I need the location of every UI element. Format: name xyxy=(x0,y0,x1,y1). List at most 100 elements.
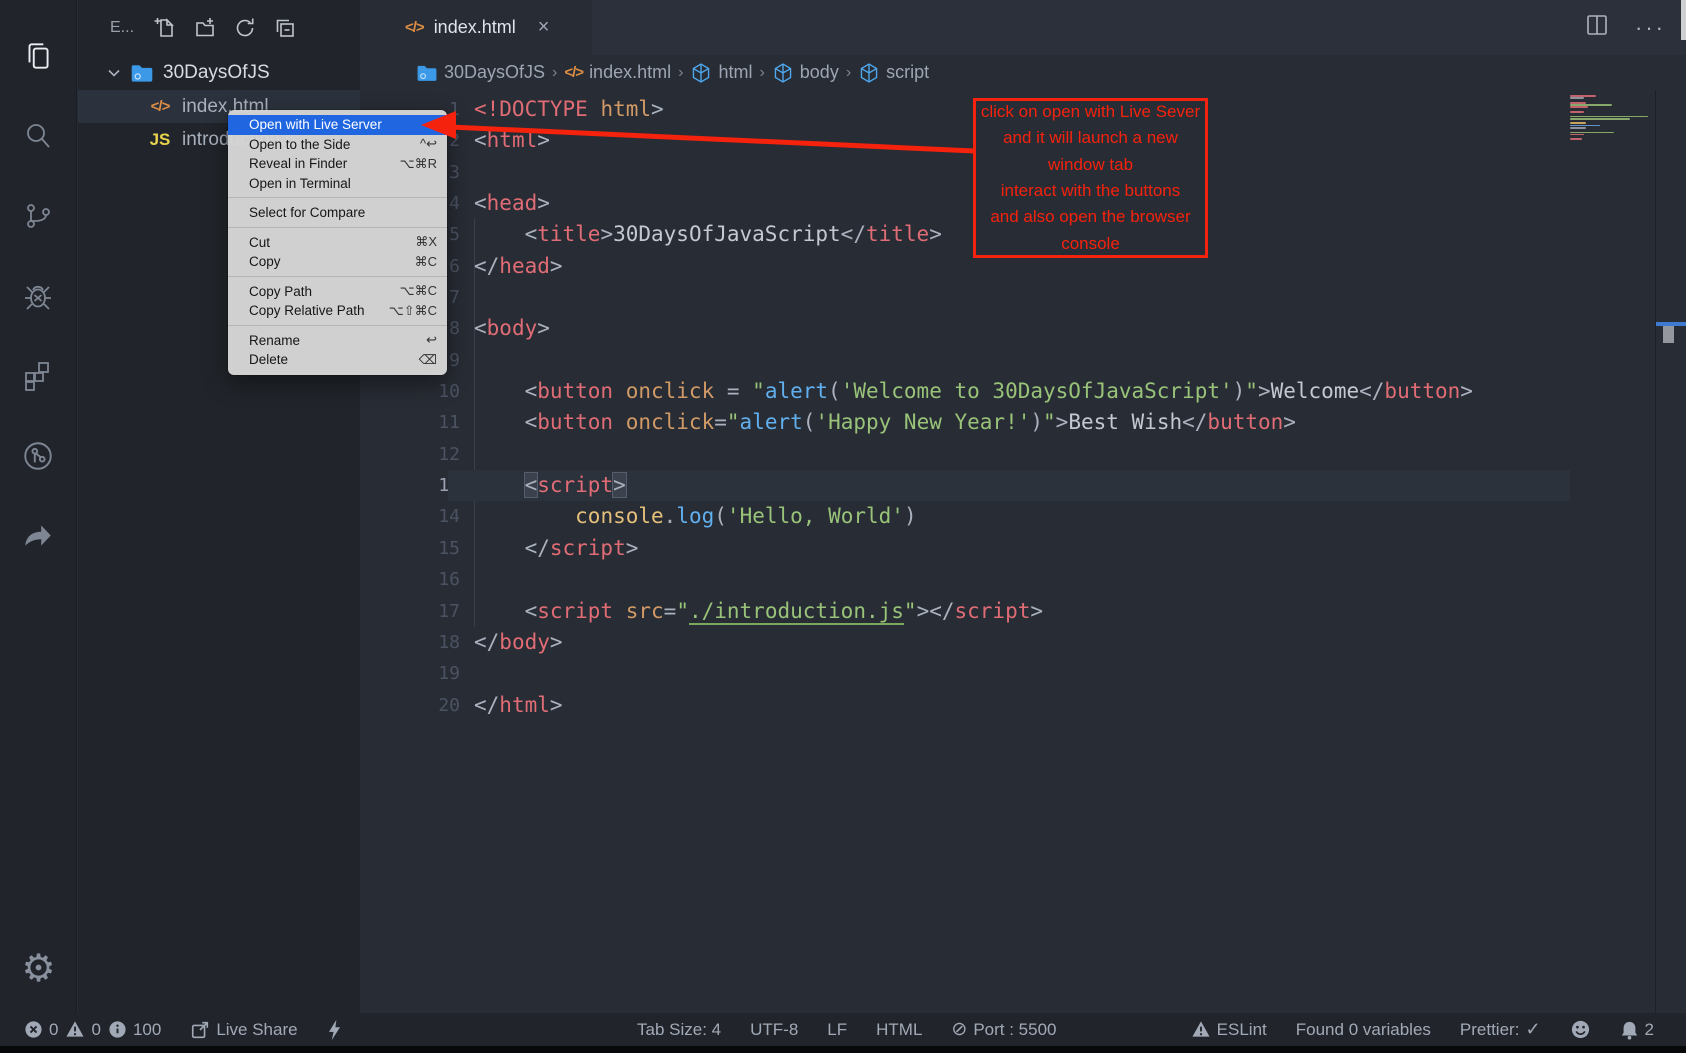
context-menu: Open with Live ServerOpen to the Side^↩R… xyxy=(228,110,447,375)
eol-indicator[interactable]: LF xyxy=(827,1020,847,1040)
code-text: <!DOCTYPE html> xyxy=(460,94,664,125)
code-line[interactable]: 12 xyxy=(360,439,1686,470)
code-line[interactable]: 20</html> xyxy=(360,690,1686,721)
port-label: Port : 5500 xyxy=(973,1020,1056,1040)
annotation-text-line: and also open the browser xyxy=(990,204,1190,230)
cube-icon xyxy=(858,62,880,84)
menu-item-label: Cut xyxy=(249,235,270,250)
breadcrumb-item-body[interactable]: body xyxy=(772,62,839,84)
split-editor-icon[interactable] xyxy=(1585,13,1609,42)
breadcrumb-item-script[interactable]: script xyxy=(858,62,929,84)
breadcrumb-item-index.html[interactable]: </>index.html xyxy=(564,62,671,83)
refresh-icon[interactable] xyxy=(232,15,258,41)
tab-close-icon[interactable]: × xyxy=(538,16,550,39)
tab-index-html[interactable]: </> index.html × xyxy=(360,0,592,55)
breadcrumb-item-html[interactable]: html xyxy=(690,62,752,84)
code-line[interactable]: 16 xyxy=(360,564,1686,595)
encoding-indicator[interactable]: UTF-8 xyxy=(750,1020,798,1040)
menu-separator xyxy=(228,197,447,198)
code-text xyxy=(460,439,474,470)
search-icon[interactable] xyxy=(14,96,62,176)
live-share-icon[interactable] xyxy=(14,416,62,496)
code-text: <script src="./introduction.js"></script… xyxy=(460,596,1043,627)
code-line[interactable]: 14 console.log('Hello, World') xyxy=(360,501,1686,532)
menu-item-reveal-in-finder[interactable]: Reveal in Finder⌥⌘R xyxy=(228,154,447,174)
more-actions-icon[interactable]: ··· xyxy=(1635,15,1666,41)
menu-item-copy-relative-path[interactable]: Copy Relative Path⌥⇧⌘C xyxy=(228,301,447,321)
lightning-icon[interactable] xyxy=(327,1019,342,1041)
code-line[interactable]: 8<body> xyxy=(360,313,1686,344)
scrollbar-handle[interactable] xyxy=(1663,326,1674,343)
code-text: <button onclick="alert('Happy New Year!'… xyxy=(460,407,1296,438)
menu-item-copy-path[interactable]: Copy Path⌥⌘C xyxy=(228,282,447,302)
share-icon[interactable] xyxy=(14,496,62,576)
menu-item-open-in-terminal[interactable]: Open in Terminal xyxy=(228,174,447,194)
code-text: </script> xyxy=(460,533,638,564)
tree-root-folder[interactable]: 30DaysOfJS xyxy=(78,55,360,90)
line-number: 11 xyxy=(360,407,460,438)
window-bottom-strip xyxy=(0,1046,1686,1053)
menu-item-shortcut: ^↩ xyxy=(420,136,437,152)
collapse-all-icon[interactable] xyxy=(272,15,298,41)
breadcrumb-item-30DaysOfJS[interactable]: 30DaysOfJS xyxy=(416,62,545,83)
menu-item-open-with-live-server[interactable]: Open with Live Server xyxy=(228,115,447,135)
menu-item-select-for-compare[interactable]: Select for Compare xyxy=(228,203,447,223)
info-count: 100 xyxy=(133,1020,161,1040)
prettier-indicator[interactable]: Prettier: ✓ xyxy=(1460,1019,1541,1040)
eslint-indicator[interactable]: ESLint xyxy=(1191,1020,1267,1040)
code-line[interactable]: 17 <script src="./introduction.js"></scr… xyxy=(360,596,1686,627)
live-share-label: Live Share xyxy=(216,1020,297,1040)
code-line[interactable]: 9 xyxy=(360,345,1686,376)
new-folder-icon[interactable] xyxy=(192,15,218,41)
run-debug-icon[interactable] xyxy=(14,256,62,336)
folder-icon xyxy=(416,63,438,83)
extensions-icon[interactable] xyxy=(14,336,62,416)
code-text: </body> xyxy=(460,627,563,658)
root-folder-label: 30DaysOfJS xyxy=(163,62,270,84)
code-line[interactable]: 13 <script> xyxy=(360,470,1686,501)
code-text: <button onclick = "alert('Welcome to 30D… xyxy=(460,376,1473,407)
warning-indicator[interactable]: 0 xyxy=(65,1020,100,1040)
info-indicator[interactable]: 100 xyxy=(108,1020,161,1040)
language-indicator[interactable]: HTML xyxy=(876,1020,922,1040)
menu-item-label: Open with Live Server xyxy=(249,117,382,132)
code-text xyxy=(460,345,474,376)
minimap[interactable] xyxy=(1570,95,1655,141)
code-text: <html> xyxy=(460,125,550,156)
menu-item-label: Select for Compare xyxy=(249,205,365,220)
code-line[interactable]: 11 <button onclick="alert('Happy New Yea… xyxy=(360,407,1686,438)
code-line[interactable]: 7 xyxy=(360,282,1686,313)
menu-item-shortcut: ⌘X xyxy=(415,234,437,250)
menu-item-copy[interactable]: Copy⌘C xyxy=(228,252,447,272)
new-file-icon[interactable] xyxy=(152,15,178,41)
breadcrumb-separator: › xyxy=(678,64,683,82)
error-count: 0 xyxy=(49,1020,58,1040)
code-line[interactable]: 15 </script> xyxy=(360,533,1686,564)
tab-size-indicator[interactable]: Tab Size: 4 xyxy=(637,1020,721,1040)
feedback-smiley-icon[interactable] xyxy=(1570,1019,1591,1040)
line-number: 15 xyxy=(360,533,460,564)
port-indicator[interactable]: ⊘ Port : 5500 xyxy=(951,1018,1056,1041)
line-number: 19 xyxy=(360,658,460,689)
settings-gear-icon[interactable]: ⚙ xyxy=(0,942,77,994)
code-text xyxy=(460,658,474,689)
menu-item-rename[interactable]: Rename↩ xyxy=(228,331,447,351)
code-text: </head> xyxy=(460,251,563,282)
problems-indicator[interactable]: 0 xyxy=(24,1020,58,1040)
code-line[interactable]: 19 xyxy=(360,658,1686,689)
menu-item-open-to-the-side[interactable]: Open to the Side^↩ xyxy=(228,135,447,155)
code-line[interactable]: 18</body> xyxy=(360,627,1686,658)
code-line[interactable]: 10 <button onclick = "alert('Welcome to … xyxy=(360,376,1686,407)
menu-item-delete[interactable]: Delete⌫ xyxy=(228,350,447,370)
menu-item-shortcut: ⌫ xyxy=(419,352,437,368)
tab-label: index.html xyxy=(434,17,516,38)
variables-indicator[interactable]: Found 0 variables xyxy=(1296,1020,1431,1040)
explorer-icon[interactable] xyxy=(14,16,62,96)
cube-icon xyxy=(690,62,712,84)
notifications-bell[interactable]: 2 xyxy=(1620,1020,1654,1040)
menu-item-label: Copy Path xyxy=(249,284,312,299)
menu-item-cut[interactable]: Cut ⌘X xyxy=(228,233,447,253)
breadcrumb-separator: › xyxy=(759,64,764,82)
source-control-icon[interactable] xyxy=(14,176,62,256)
live-share-button[interactable]: Live Share xyxy=(190,1020,297,1040)
